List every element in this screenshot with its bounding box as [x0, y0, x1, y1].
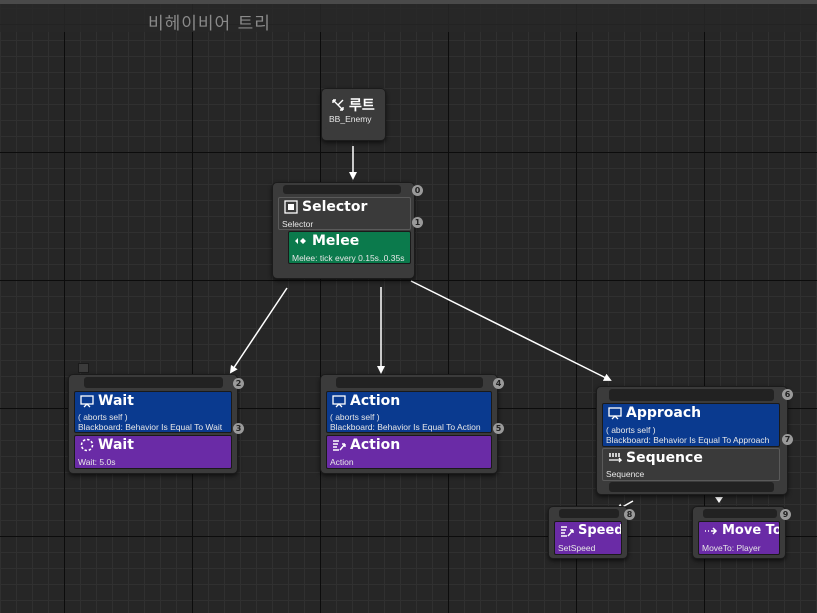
action-decorator[interactable]: Action ( aborts self ) Blackboard: Behav… [326, 391, 492, 433]
wait-decorator-title: Wait [80, 393, 134, 409]
selector-input-pin [283, 185, 401, 194]
selector-title: Selector [284, 199, 367, 215]
wait-input-pin [84, 377, 223, 388]
moveto-title: Move To [704, 523, 780, 538]
sequence-subtitle: Sequence [606, 469, 645, 479]
blackboard-decorator-icon [80, 394, 94, 408]
sequence-title: Sequence [608, 450, 703, 466]
edge-approach-moveto [715, 497, 723, 503]
moveto-subtitle: MoveTo: Player [702, 543, 761, 553]
speed-task[interactable]: Speed SetSpeed [554, 521, 622, 555]
action-task-title: Action [332, 437, 400, 453]
blackboard-decorator-icon [332, 394, 346, 408]
melee-service[interactable]: Melee Melee: tick every 0.15s..0.35s [288, 231, 411, 264]
moveto-title-text: Move To [722, 523, 780, 538]
wait-decorator[interactable]: Wait ( aborts self ) Blackboard: Behavio… [74, 391, 232, 433]
root-subtitle: BB_Enemy [329, 114, 372, 124]
wait-index-badge: 2 [233, 378, 244, 389]
selector-node[interactable]: 0 Selector Selector 1 Melee Melee: tick … [272, 182, 423, 279]
wait-task[interactable]: Wait Wait: 5.0s [74, 435, 232, 469]
wait-decorator-line2: Blackboard: Behavior Is Equal To Wait [78, 422, 223, 432]
root-title: 루트 [331, 95, 375, 115]
selector-index-badge: 0 [412, 185, 423, 196]
selector-panel: Selector Selector [278, 197, 411, 230]
speed-node[interactable]: 8 Speed SetSpeed [548, 506, 635, 559]
melee-subtitle: Melee: tick every 0.15s..0.35s [292, 253, 405, 263]
selector-subtitle: Selector [282, 219, 314, 229]
edge-selector-approach [410, 280, 612, 381]
action-task[interactable]: Action Action [326, 435, 492, 469]
action-task-subtitle: Action [330, 457, 354, 467]
speed-input-pin [559, 509, 619, 518]
wait-task-icon [80, 438, 94, 452]
wait-decorator-title-text: Wait [98, 393, 134, 409]
action-decorator-line1: ( aborts self ) [330, 412, 380, 422]
task-icon [560, 524, 574, 538]
comment-handle [78, 363, 89, 373]
sequence-icon [608, 451, 622, 465]
action-decorator-title: Action [332, 393, 400, 409]
melee-title: Melee [294, 233, 359, 249]
wait-decorator-index-badge: 3 [233, 423, 244, 434]
action-decorator-index-badge: 5 [493, 423, 504, 434]
wait-decorator-line1: ( aborts self ) [78, 412, 128, 422]
selector-title-text: Selector [302, 199, 368, 215]
sequence-title-text: Sequence [626, 450, 703, 466]
blackboard-decorator-icon [608, 406, 622, 420]
root-arrows-icon [331, 98, 345, 112]
approach-index-badge: 6 [782, 389, 793, 400]
approach-decorator-line2: Blackboard: Behavior Is Equal To Approac… [606, 435, 770, 445]
wait-node[interactable]: 2 Wait ( aborts self ) Blackboard: Behav… [68, 374, 244, 474]
wait-task-subtitle: Wait: 5.0s [78, 457, 116, 467]
speed-index-badge: 8 [624, 509, 635, 520]
approach-input-pin [609, 389, 774, 401]
moveto-index-badge: 9 [780, 509, 791, 520]
move-to-icon [704, 524, 718, 538]
action-decorator-line2: Blackboard: Behavior Is Equal To Action [330, 422, 481, 432]
moveto-input-pin [703, 509, 777, 518]
melee-title-text: Melee [312, 233, 360, 249]
approach-decorator-title: Approach [608, 405, 701, 421]
action-decorator-title-text: Action [350, 393, 401, 409]
approach-decorator[interactable]: Approach ( aborts self ) Blackboard: Beh… [602, 403, 780, 447]
moveto-task[interactable]: Move To MoveTo: Player [698, 521, 780, 555]
service-icon [294, 234, 308, 248]
edge-selector-wait [229, 287, 288, 374]
speed-title: Speed [560, 523, 622, 538]
root-node[interactable]: 루트 BB_Enemy [321, 88, 386, 141]
action-task-title-text: Action [350, 437, 401, 453]
selector-sub-index-badge: 1 [412, 217, 423, 228]
action-node[interactable]: 4 Action ( aborts self ) Blackboard: Beh… [320, 374, 504, 474]
approach-decorator-line1: ( aborts self ) [606, 425, 656, 435]
action-index-badge: 4 [493, 378, 504, 389]
wait-task-title: Wait [80, 437, 134, 453]
speed-title-text: Speed [578, 523, 622, 538]
sequence-output-pin [609, 482, 774, 492]
approach-decorator-index-badge: 7 [782, 434, 793, 445]
moveto-node[interactable]: 9 Move To MoveTo: Player [692, 506, 791, 559]
approach-node[interactable]: 6 Approach ( aborts self ) Blackboard: B… [596, 386, 793, 495]
action-input-pin [336, 377, 483, 388]
root-title-text: 루트 [349, 98, 375, 114]
approach-decorator-title-text: Approach [626, 405, 702, 421]
root-panel: 루트 BB_Enemy [325, 93, 382, 129]
selector-icon [284, 200, 298, 214]
task-icon [332, 438, 346, 452]
wait-task-title-text: Wait [98, 437, 134, 453]
sequence-composite[interactable]: Sequence Sequence [602, 448, 780, 481]
speed-subtitle: SetSpeed [558, 543, 596, 553]
